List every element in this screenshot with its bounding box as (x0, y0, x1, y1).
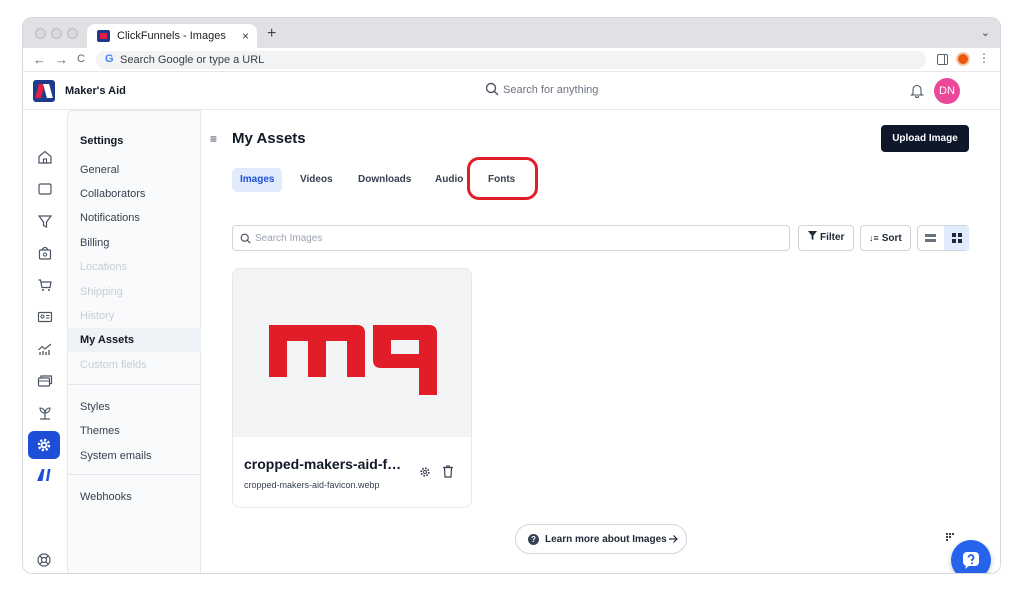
side-panel-icon[interactable] (937, 54, 948, 65)
settings-item-locations: Locations (80, 261, 128, 273)
grid-view-button[interactable] (944, 226, 969, 250)
grid-view-icon (951, 233, 962, 243)
settings-item-shipping: Shipping (80, 286, 123, 298)
browser-tab[interactable]: ClickFunnels - Images × (87, 24, 257, 48)
back-button[interactable]: ← (33, 52, 46, 67)
settings-item-general[interactable]: General (80, 164, 119, 176)
user-avatar[interactable]: DN (934, 78, 960, 104)
clickfunnels-logo-icon[interactable] (33, 80, 55, 102)
image-search (232, 225, 790, 251)
cart-icon[interactable] (36, 276, 54, 294)
help-question-icon: ? (528, 534, 539, 545)
search-icon (485, 82, 499, 96)
search-icon (240, 233, 251, 244)
settings-item-webhooks[interactable]: Webhooks (80, 491, 132, 503)
view-toggle (917, 225, 969, 251)
ai-icon[interactable] (36, 466, 54, 484)
settings-sidebar: Settings General Collaborators Notificat… (67, 110, 201, 573)
tab-downloads[interactable]: Downloads (358, 168, 411, 192)
notification-bell-icon[interactable] (910, 83, 924, 98)
fonts-tab-highlight (467, 157, 538, 200)
minimize-window-button[interactable] (51, 28, 62, 39)
reload-button[interactable]: C (77, 53, 85, 65)
settings-divider (68, 474, 201, 475)
profile-icon[interactable] (956, 52, 970, 66)
home-icon[interactable] (36, 148, 54, 166)
upload-image-button[interactable]: Upload Image (881, 125, 969, 152)
tab-audio[interactable]: Audio (435, 168, 463, 192)
settings-item-themes[interactable]: Themes (80, 425, 120, 437)
close-tab-icon[interactable]: × (242, 29, 249, 43)
address-row: ← → C G Search Google or type a URL ⋮ (23, 48, 1000, 72)
learn-more-images-button[interactable]: ? Learn more about Images (515, 524, 687, 554)
automation-icon[interactable] (36, 404, 54, 422)
settings-item-history: History (80, 310, 115, 322)
global-search-placeholder: Search for anything (503, 84, 599, 96)
new-tab-button[interactable]: + (267, 25, 276, 43)
sort-label: Sort (881, 233, 902, 244)
list-view-button[interactable] (918, 226, 943, 250)
list-view-icon (925, 233, 936, 242)
dots-grid-icon (946, 533, 954, 541)
settings-item-custom-fields: Custom fields (80, 359, 147, 371)
help-chat-icon (963, 552, 979, 569)
browser-menu-icon[interactable]: ⋮ (978, 51, 990, 65)
filter-button[interactable]: Filter (798, 225, 854, 251)
tab-images[interactable]: Images (232, 168, 283, 192)
makers-aid-logo-image (269, 325, 437, 395)
help-chat-button[interactable] (951, 540, 991, 573)
settings-item-my-assets[interactable]: My Assets (68, 328, 201, 352)
workspace-name[interactable]: Maker's Aid (65, 85, 126, 97)
contacts-icon[interactable] (36, 308, 54, 326)
funnel-icon[interactable] (36, 212, 54, 230)
asset-name: cropped-makers-aid-fa... (244, 456, 404, 472)
browser-window: ClickFunnels - Images × + ⌄ ← → C G Sear… (22, 17, 1001, 574)
omnibox-placeholder: Search Google or type a URL (120, 54, 265, 66)
page-icon[interactable] (36, 180, 54, 198)
analytics-icon[interactable] (36, 340, 54, 358)
tab-strip: ClickFunnels - Images × + ⌄ (23, 18, 1000, 48)
tab-search-chevron-icon[interactable]: ⌄ (981, 26, 990, 39)
google-icon: G (105, 53, 114, 65)
app-icon-rail (23, 110, 67, 573)
settings-divider (68, 384, 201, 385)
filter-label: Filter (820, 232, 845, 243)
sort-button[interactable]: ↓≡ Sort (860, 225, 911, 251)
settings-item-system-emails[interactable]: System emails (80, 450, 152, 462)
settings-item-collaborators[interactable]: Collaborators (80, 188, 145, 200)
settings-title: Settings (80, 135, 124, 147)
browser-tab-title: ClickFunnels - Images (117, 30, 226, 42)
gear-icon[interactable] (419, 466, 431, 478)
asset-card[interactable]: cropped-makers-aid-fa... cropped-makers-… (232, 268, 472, 508)
omnibox[interactable]: G Search Google or type a URL (96, 51, 926, 69)
forward-button[interactable]: → (55, 52, 68, 67)
learn-more-label: Learn more about Images (545, 534, 667, 545)
main-content: ≡ My Assets Upload Image Images Videos D… (201, 110, 1000, 573)
favicon-icon (97, 30, 110, 42)
app-header: Maker's Aid Search for anything DN (23, 72, 1000, 110)
shop-icon[interactable] (36, 244, 54, 262)
close-window-button[interactable] (35, 28, 46, 39)
asset-filename: cropped-makers-aid-favicon.webp (244, 480, 380, 490)
maximize-window-button[interactable] (67, 28, 78, 39)
settings-item-styles[interactable]: Styles (80, 401, 110, 413)
menu-toggle-icon[interactable]: ≡ (210, 132, 217, 146)
arrow-right-icon (669, 535, 678, 543)
support-lifebuoy-icon[interactable] (36, 552, 52, 573)
settings-icon[interactable] (28, 431, 60, 459)
tab-videos[interactable]: Videos (300, 168, 333, 192)
payments-icon[interactable] (36, 372, 54, 390)
settings-item-notifications[interactable]: Notifications (80, 212, 140, 224)
settings-item-billing[interactable]: Billing (80, 237, 109, 249)
asset-thumbnail[interactable] (233, 269, 471, 437)
page-title: My Assets (232, 130, 306, 147)
filter-icon (808, 231, 817, 240)
image-search-input[interactable] (255, 230, 775, 246)
sort-icon: ↓≡ (869, 233, 879, 243)
trash-icon[interactable] (442, 465, 454, 478)
